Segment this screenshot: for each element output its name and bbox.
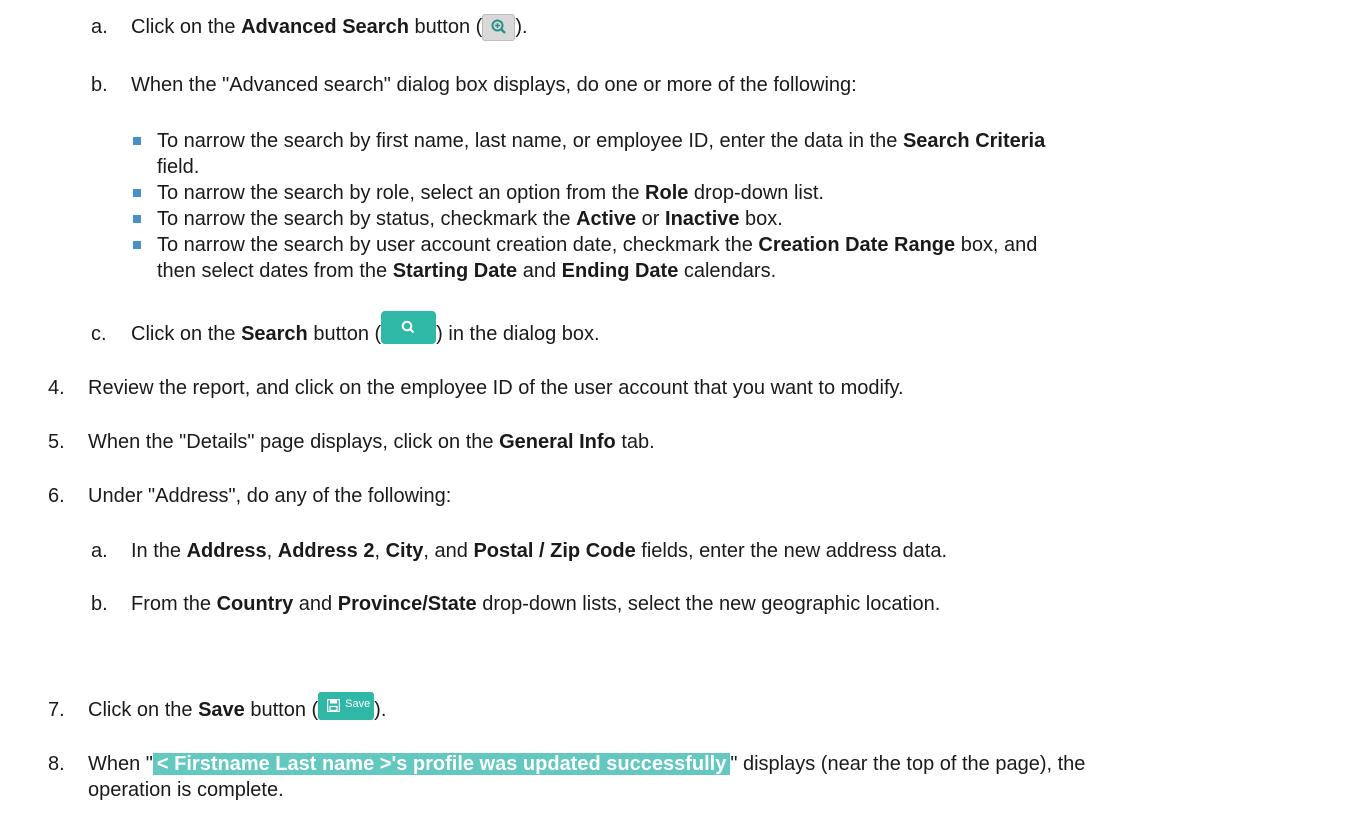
- step-b-dialog: b. When the "Advanced search" dialog box …: [91, 72, 857, 98]
- search-button[interactable]: [381, 311, 437, 345]
- bold-term: Role: [645, 182, 689, 204]
- step-text: When the "Advanced search" dialog box di…: [131, 74, 857, 96]
- step-text: Review the report, and click on the empl…: [88, 377, 904, 399]
- bullet-creation-date: To narrow the search by user account cre…: [157, 232, 1037, 258]
- bullet-search-criteria-cont: field.: [157, 154, 199, 180]
- bullet-text: calendars.: [678, 260, 777, 282]
- bold-term: Advanced Search: [241, 16, 409, 38]
- bullet-text: box.: [739, 208, 783, 230]
- bullet-text: or: [636, 208, 666, 230]
- bullet-marker: [133, 241, 141, 249]
- bold-term: Save: [198, 699, 245, 721]
- step-6: 6. Under "Address", do any of the followi…: [48, 483, 451, 509]
- step-text: fields, enter the new address data.: [635, 540, 948, 562]
- bold-term: Active: [576, 208, 637, 230]
- bold-term: Address 2: [277, 540, 375, 562]
- search-icon: [401, 320, 415, 334]
- bold-term: Postal / Zip Code: [473, 540, 636, 562]
- bullet-text: then select dates from the: [157, 260, 393, 282]
- step-text: button (: [307, 323, 382, 345]
- step-text: , and: [423, 540, 474, 562]
- step-marker: b.: [91, 593, 108, 615]
- zoom-plus-icon: [491, 19, 507, 35]
- step-8-cont: operation is complete.: [88, 777, 284, 803]
- step-marker: a.: [91, 540, 108, 562]
- step-a-advanced-search: a. Click on the Advanced Search button ( …: [91, 14, 528, 42]
- step-4: 4. Review the report, and click on the em…: [48, 375, 904, 401]
- step-text: ,: [374, 540, 386, 562]
- bold-term: Creation Date Range: [758, 234, 956, 256]
- bullet-text: box, and: [955, 234, 1038, 256]
- step-text: From the: [131, 593, 217, 615]
- step-marker: a.: [91, 16, 108, 38]
- step-5: 5. When the "Details" page displays, clic…: [48, 429, 655, 455]
- floppy-disk-icon: [327, 698, 341, 712]
- step-text: Click on the: [131, 323, 242, 345]
- step-text: ,: [266, 540, 278, 562]
- bullet-text: drop-down list.: [688, 182, 824, 204]
- success-message-highlight: < Firstname Last name >'s profile was up…: [152, 753, 731, 775]
- step-6a: a. In the Address, Address 2, City, and P…: [91, 538, 947, 564]
- step-text: ).: [374, 699, 387, 721]
- step-text: When the "Details" page displays, click …: [88, 431, 500, 453]
- step-text: Click on the: [131, 16, 242, 38]
- bullet-text: To narrow the search by status, checkmar…: [157, 208, 577, 230]
- bold-term: Ending Date: [561, 260, 679, 282]
- bold-term: Address: [186, 540, 267, 562]
- bold-term: Country: [216, 593, 294, 615]
- step-text: button (: [408, 16, 483, 38]
- step-marker: b.: [91, 74, 108, 96]
- step-8: 8. When " < Firstname Last name >'s profil…: [48, 751, 1085, 777]
- step-text: and: [293, 593, 338, 615]
- bold-term: City: [385, 540, 424, 562]
- step-c-search: c. Click on the Search button ( ) in the …: [91, 311, 600, 347]
- bullet-creation-date-cont: then select dates from the Starting Date…: [157, 258, 776, 284]
- step-text: Click on the: [88, 699, 199, 721]
- bullet-marker: [133, 215, 141, 223]
- bullet-search-criteria: To narrow the search by first name, last…: [157, 128, 1045, 154]
- save-button[interactable]: Save: [318, 691, 375, 720]
- advanced-search-button[interactable]: [482, 14, 516, 42]
- bullet-text: To narrow the search by role, select an …: [157, 182, 646, 204]
- bullet-role: To narrow the search by role, select an …: [157, 180, 824, 206]
- step-text: drop-down lists, select the new geograph…: [476, 593, 941, 615]
- step-text: " displays (near the top of the page), t…: [730, 753, 1086, 775]
- step-marker: 8.: [48, 753, 65, 775]
- step-text: tab.: [615, 431, 655, 453]
- step-text: button (: [244, 699, 319, 721]
- bullet-text: and: [517, 260, 562, 282]
- step-marker: 4.: [48, 377, 65, 399]
- step-marker: c.: [91, 323, 107, 345]
- bullet-marker: [133, 189, 141, 197]
- bold-term: Search Criteria: [902, 130, 1046, 152]
- bullet-text: field.: [157, 156, 200, 178]
- bold-term: Inactive: [665, 208, 740, 230]
- save-button-label: Save: [345, 697, 371, 710]
- bold-term: General Info: [499, 431, 616, 453]
- step-6b: b. From the Country and Province/State dr…: [91, 591, 940, 617]
- step-text: operation is complete.: [88, 779, 284, 801]
- bullet-status: To narrow the search by status, checkmar…: [157, 206, 783, 232]
- bullet-text: To narrow the search by user account cre…: [157, 234, 759, 256]
- step-marker: 7.: [48, 699, 65, 721]
- bold-term: Search: [241, 323, 308, 345]
- bullet-text: To narrow the search by first name, last…: [157, 130, 903, 152]
- bold-term: Starting Date: [392, 260, 518, 282]
- bullet-marker: [133, 137, 141, 145]
- step-text: Under "Address", do any of the following…: [88, 485, 452, 507]
- step-text: ).: [515, 16, 528, 38]
- step-text: When ": [88, 753, 153, 775]
- step-7: 7. Click on the Save button ( Save ).: [48, 691, 387, 723]
- step-text: ) in the dialog box.: [436, 323, 600, 345]
- step-marker: 5.: [48, 431, 65, 453]
- bold-term: Province/State: [337, 593, 477, 615]
- step-marker: 6.: [48, 485, 65, 507]
- step-text: In the: [131, 540, 187, 562]
